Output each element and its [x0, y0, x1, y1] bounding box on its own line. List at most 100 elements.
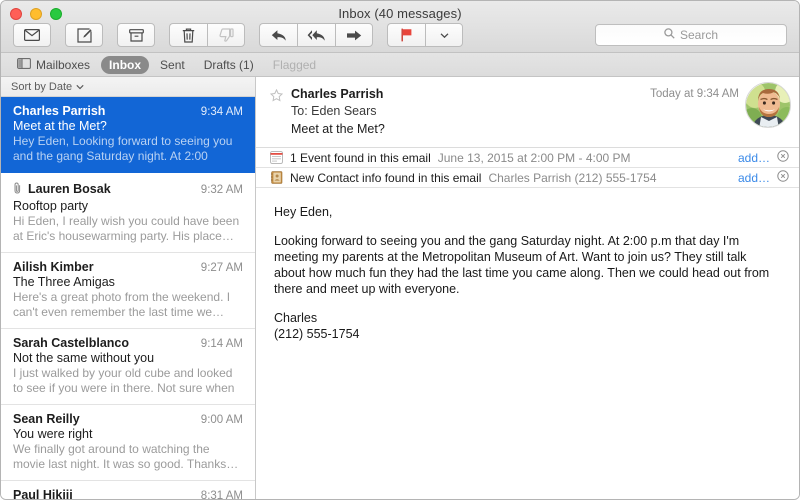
forward-button[interactable]: [335, 23, 373, 47]
mail-window: Inbox (40 messages) Search Mailboxes Inb…: [0, 0, 800, 500]
body-greeting: Hey Eden,: [274, 205, 333, 219]
favorite-item-sent[interactable]: Sent: [152, 56, 193, 74]
paperclip-icon: [13, 181, 22, 199]
search-field[interactable]: Search: [595, 24, 787, 46]
sort-bar[interactable]: Sort by Date: [1, 77, 255, 97]
message-sender: Lauren Bosak: [28, 182, 111, 196]
body-signature-name: Charles: [274, 311, 318, 325]
window-title: Inbox (40 messages): [338, 6, 462, 21]
red-flag-icon: [400, 28, 413, 42]
favorite-item-drafts[interactable]: Drafts (1): [196, 56, 262, 74]
chevron-down-icon: [76, 81, 84, 93]
mailboxes-toggle-button[interactable]: Mailboxes: [9, 56, 98, 74]
envelope-icon: [24, 29, 40, 41]
message-subject: Meet at the Met?: [291, 122, 385, 136]
toolbar-group-flag: [387, 23, 463, 47]
close-circle-icon[interactable]: [777, 170, 789, 185]
message-list-pane: Sort by Date Charles Parrish 9:34 AM Mee…: [1, 77, 256, 499]
table-row[interactable]: Ailish Kimber 9:27 AM The Three Amigas H…: [1, 253, 255, 329]
toolbar-group-compose: [65, 23, 103, 47]
trash-icon: [182, 28, 195, 43]
forward-arrow-icon: [346, 29, 362, 42]
message-time: 9:34 AM: [200, 106, 243, 118]
row-header: Sean Reilly 9:00 AM: [13, 412, 243, 426]
event-detector-banner: 1 Event found in this email June 13, 201…: [256, 148, 799, 168]
main-content: Sort by Date Charles Parrish 9:34 AM Mee…: [1, 77, 799, 499]
contact-card-icon: [270, 171, 283, 184]
message-header: Charles Parrish To: Eden Sears Meet at t…: [256, 77, 799, 148]
row-header: Charles Parrish 9:34 AM: [13, 104, 243, 118]
junk-button[interactable]: [207, 23, 245, 47]
flag-button[interactable]: [387, 23, 425, 47]
message-preview: Here's a great photo from the weekend. I…: [13, 290, 231, 319]
compose-pencil-icon: [76, 27, 92, 43]
message-body: Hey Eden, Looking forward to seeing you …: [256, 188, 799, 499]
row-header: Sarah Castelblanco 9:14 AM: [13, 336, 243, 350]
message-sender: Ailish Kimber: [13, 260, 94, 274]
message-preview: I just walked by your old cube and looke…: [13, 366, 235, 395]
calendar-icon: [270, 151, 283, 164]
chevron-down-icon: [440, 32, 449, 39]
archive-box-icon: [128, 28, 144, 42]
table-row[interactable]: Sarah Castelblanco 9:14 AM Not the same …: [1, 329, 255, 405]
message-subject: Not the same without you: [13, 351, 155, 365]
recipient-line: To: Eden Sears: [291, 104, 785, 118]
reply-arrow-icon: [271, 29, 287, 42]
favorites-bar: Mailboxes Inbox Sent Drafts (1) Flagged: [1, 53, 799, 77]
message-subject: You were right: [13, 427, 93, 441]
search-input[interactable]: Search: [680, 28, 718, 42]
body-paragraph: Looking forward to seeing you and the ga…: [274, 234, 770, 296]
message-date: Today at 9:34 AM: [650, 88, 739, 100]
toolbar-group-mail: [13, 23, 51, 47]
add-event-link[interactable]: add…: [738, 151, 770, 165]
message-subject: The Three Amigas: [13, 275, 115, 289]
message-time: 8:31 AM: [200, 490, 243, 499]
compose-button[interactable]: [65, 23, 103, 47]
reading-pane: Charles Parrish To: Eden Sears Meet at t…: [256, 77, 799, 499]
banner-value: June 13, 2015 at 2:00 PM - 4:00 PM: [437, 150, 631, 165]
message-subject: Rooftop party: [13, 199, 89, 213]
message-subject: Meet at the Met?: [13, 119, 107, 133]
row-header: Lauren Bosak 9:32 AM: [13, 180, 243, 198]
get-mail-button[interactable]: [13, 23, 51, 47]
table-row[interactable]: Charles Parrish 9:34 AM Meet at the Met?…: [1, 97, 255, 173]
message-time: 9:32 AM: [200, 184, 243, 196]
row-header: Ailish Kimber 9:27 AM: [13, 260, 243, 274]
banner-value: Charles Parrish (212) 555-1754: [488, 170, 657, 185]
toolbar-group-reply: [259, 23, 373, 47]
close-circle-icon[interactable]: [777, 150, 789, 165]
message-sender: Sarah Castelblanco: [13, 336, 130, 350]
archive-button[interactable]: [117, 23, 155, 47]
table-row[interactable]: Lauren Bosak 9:32 AM Rooftop party Hi Ed…: [1, 173, 255, 253]
to-label: To:: [291, 104, 308, 118]
titlebar: Inbox (40 messages) Search: [1, 1, 799, 53]
message-preview: Hey Eden, Looking forward to seeing you …: [13, 134, 233, 163]
message-preview: We finally got around to watching the mo…: [13, 442, 239, 471]
toolbar-group-archive: [117, 23, 155, 47]
message-time: 9:14 AM: [200, 338, 243, 350]
avatar: [745, 82, 791, 128]
reply-all-arrow-icon: [307, 29, 326, 42]
contact-detector-banner: New Contact info found in this email Cha…: [256, 168, 799, 188]
message-time: 9:27 AM: [200, 262, 243, 274]
favorite-item-inbox[interactable]: Inbox: [101, 55, 150, 74]
recipient-name[interactable]: Eden Sears: [311, 104, 376, 118]
message-sender: Charles Parrish: [13, 104, 106, 118]
body-signature-phone: (212) 555-1754: [274, 327, 360, 341]
table-row[interactable]: Sean Reilly 9:00 AM You were right We fi…: [1, 405, 255, 481]
toolbar-group-delete-junk: [169, 23, 245, 47]
sidebar-panel-icon: [17, 57, 31, 72]
reply-button[interactable]: [259, 23, 297, 47]
banner-title: New Contact info found in this email: [290, 170, 482, 185]
reply-all-button[interactable]: [297, 23, 335, 47]
sort-label: Sort by Date: [11, 80, 73, 93]
table-row[interactable]: Paul Hikiji 8:31 AM Volleyball I won't b…: [1, 481, 255, 499]
favorite-item-flagged[interactable]: Flagged: [265, 56, 324, 74]
thumbs-down-icon: [218, 28, 234, 42]
mailboxes-label: Mailboxes: [36, 57, 91, 72]
flag-menu-button[interactable]: [425, 23, 463, 47]
add-contact-link[interactable]: add…: [738, 171, 770, 185]
delete-button[interactable]: [169, 23, 207, 47]
star-outline-icon[interactable]: [269, 87, 284, 136]
message-preview: Hi Eden, I really wish you could have be…: [13, 214, 240, 243]
